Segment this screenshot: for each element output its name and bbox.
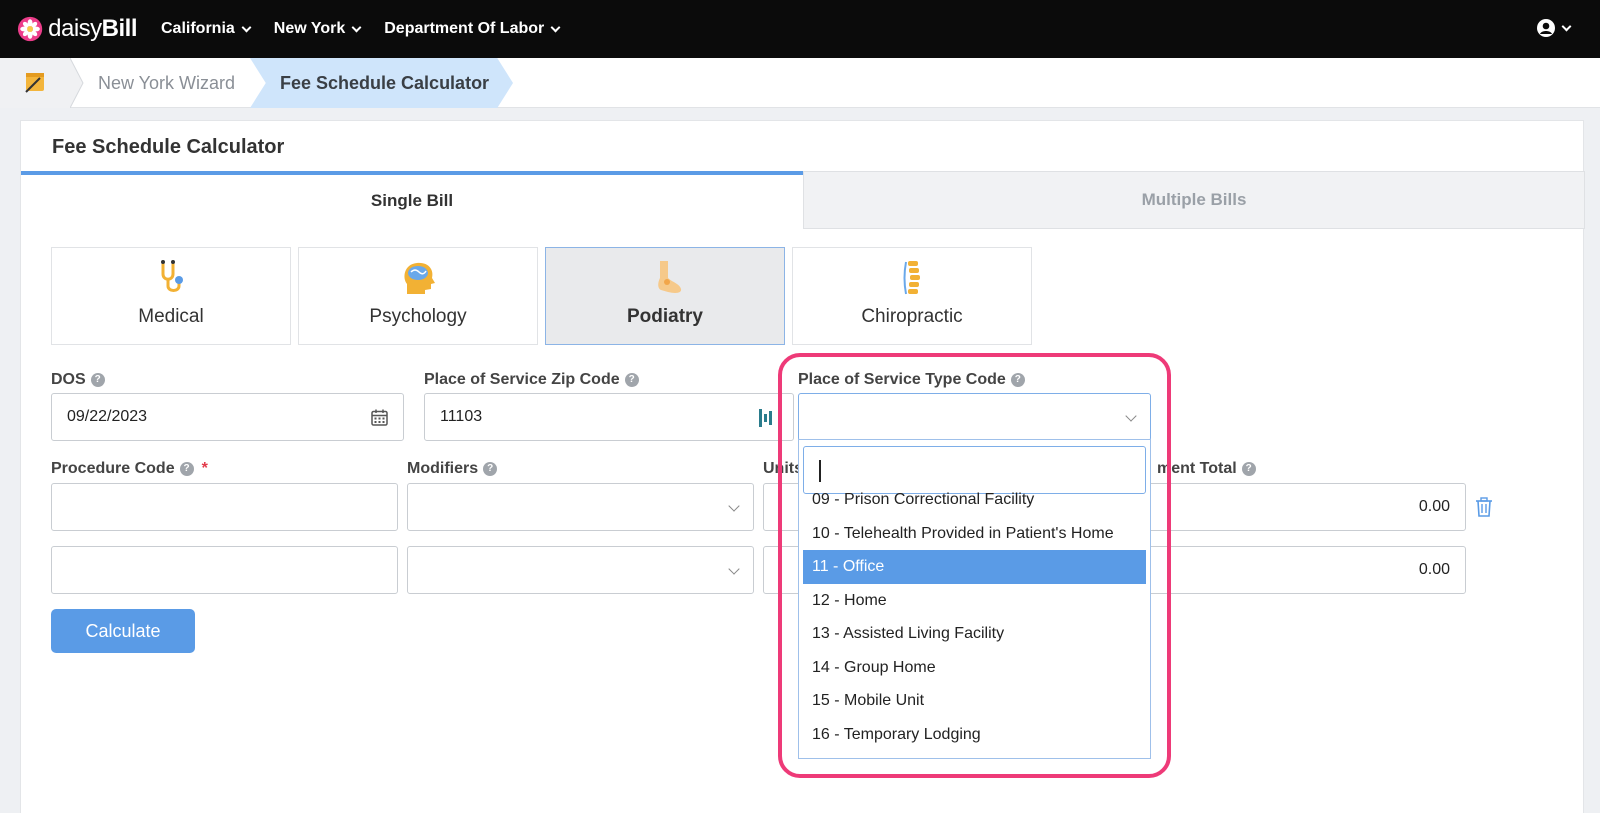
specialty-label: Psychology	[369, 306, 467, 327]
payment-total-label: ment Total?	[1157, 460, 1256, 478]
label-text: Modifiers	[407, 460, 479, 477]
units-input-2[interactable]	[763, 546, 803, 594]
brain-icon	[404, 262, 435, 294]
chevron-down-icon	[1561, 21, 1572, 31]
tab-single-bill[interactable]: Single Bill	[21, 171, 803, 229]
payment-total-field: 0.00	[1146, 483, 1466, 531]
zip-label: Place of Service Zip Code?	[424, 371, 639, 389]
breadcrumb-home[interactable]	[0, 58, 70, 108]
calculate-button[interactable]: Calculate	[51, 609, 195, 653]
payment-total-value: 0.00	[1418, 498, 1450, 515]
modifiers-select-2[interactable]	[407, 546, 754, 594]
dropdown-option[interactable]: 09 - Prison Correctional Facility	[803, 483, 1146, 517]
spine-icon	[903, 261, 920, 295]
chevron-down-icon	[1125, 410, 1137, 422]
tab-multiple-bills[interactable]: Multiple Bills	[803, 171, 1585, 229]
dos-value: 09/22/2023	[67, 408, 148, 425]
tab-bar: Single Bill Multiple Bills	[21, 171, 1585, 229]
help-icon[interactable]: ?	[179, 462, 194, 476]
chevron-down-icon	[728, 500, 740, 512]
pos-type-label: Place of Service Type Code?	[798, 371, 1025, 389]
user-menu[interactable]	[1536, 18, 1572, 38]
modifiers-select[interactable]	[407, 483, 754, 531]
label-text: Place of Service Zip Code	[424, 371, 620, 388]
dropdown-option[interactable]: 16 - Temporary Lodging	[803, 718, 1146, 752]
text-caret	[819, 460, 821, 482]
dos-input[interactable]: 09/22/2023	[51, 393, 404, 441]
help-icon[interactable]: ?	[1010, 373, 1025, 387]
foot-icon	[658, 261, 682, 293]
breadcrumb-fee-schedule-calculator: Fee Schedule Calculator	[250, 58, 513, 108]
zip-value: 11103	[440, 408, 483, 425]
nav-label: Department Of Labor	[384, 20, 545, 37]
nav-department-of-labor[interactable]: Department Of Labor	[384, 20, 561, 38]
stethoscope-icon	[161, 260, 183, 292]
nav-california[interactable]: California	[161, 20, 252, 38]
calendar-icon[interactable]	[371, 409, 388, 426]
dropdown-option[interactable]: 13 - Assisted Living Facility	[803, 617, 1146, 651]
dropdown-options: 09 - Prison Correctional Facility 10 - Te…	[803, 483, 1146, 751]
notepad-icon	[25, 73, 44, 93]
help-icon[interactable]: ?	[624, 373, 639, 387]
label-text: DOS	[51, 371, 86, 388]
page-title: Fee Schedule Calculator	[52, 136, 285, 158]
brand-name: daisyBill	[48, 15, 137, 42]
specialty-chiropractic[interactable]: Chiropractic	[792, 247, 1032, 345]
payment-total-field-2: 0.00	[1146, 546, 1466, 594]
chevron-down-icon	[550, 22, 561, 32]
procedure-code-label: Procedure Code? *	[51, 460, 208, 478]
map-pin-icon[interactable]	[758, 408, 774, 428]
specialty-medical[interactable]: Medical	[51, 247, 291, 345]
dropdown-option[interactable]: 14 - Group Home	[803, 651, 1146, 685]
nav-label: California	[161, 20, 235, 37]
dos-label: DOS?	[51, 371, 105, 389]
procedure-code-input[interactable]	[51, 483, 398, 531]
label-text: Procedure Code	[51, 460, 175, 477]
chevron-down-icon	[728, 563, 740, 575]
units-label: Units	[763, 460, 803, 478]
specialty-podiatry[interactable]: Podiatry	[545, 247, 785, 345]
breadcrumb-label: Fee Schedule Calculator	[280, 73, 490, 93]
modifiers-label: Modifiers?	[407, 460, 498, 478]
trash-icon[interactable]	[1475, 497, 1493, 517]
pos-type-dropdown: 09 - Prison Correctional Facility 10 - Te…	[798, 439, 1151, 759]
nav-label: New York	[273, 20, 346, 37]
top-navbar: daisyBill California New York Department…	[0, 0, 1600, 58]
label-text: Place of Service Type Code	[798, 371, 1006, 388]
help-icon[interactable]: ?	[90, 373, 105, 387]
payment-total-value: 0.00	[1418, 561, 1450, 578]
zip-input[interactable]: 11103	[424, 393, 794, 441]
help-icon[interactable]: ?	[483, 462, 498, 476]
daisy-flower-icon	[17, 16, 43, 42]
breadcrumb-new-york-wizard[interactable]: New York Wizard	[98, 73, 235, 94]
pos-type-select[interactable]	[798, 393, 1151, 441]
dropdown-option[interactable]: 11 - Office	[803, 550, 1146, 584]
specialty-label: Medical	[138, 306, 204, 327]
breadcrumb: New York Wizard Fee Schedule Calculator	[0, 58, 1600, 108]
chevron-down-icon	[351, 22, 362, 32]
brand-logo[interactable]: daisyBill	[17, 15, 138, 43]
specialty-label: Podiatry	[626, 306, 704, 327]
dropdown-option[interactable]: 10 - Telehealth Provided in Patient's Ho…	[803, 517, 1146, 551]
label-text: ment Total	[1157, 460, 1237, 477]
help-icon[interactable]: ?	[1241, 462, 1256, 476]
chevron-down-icon	[241, 22, 252, 32]
units-input[interactable]	[763, 483, 803, 531]
nav-new-york[interactable]: New York	[273, 20, 362, 38]
calculator-card: Fee Schedule Calculator Single Bill Mult…	[20, 120, 1585, 813]
specialty-psychology[interactable]: Psychology	[298, 247, 538, 345]
user-avatar-icon	[1537, 19, 1555, 37]
label-text: Units	[763, 460, 803, 477]
procedure-code-input-2[interactable]	[51, 546, 398, 594]
required-marker: *	[201, 460, 208, 477]
specialty-label: Chiropractic	[861, 306, 963, 327]
dropdown-option[interactable]: 15 - Mobile Unit	[803, 684, 1146, 718]
breadcrumb-separator	[70, 58, 84, 108]
dropdown-option[interactable]: 12 - Home	[803, 584, 1146, 618]
